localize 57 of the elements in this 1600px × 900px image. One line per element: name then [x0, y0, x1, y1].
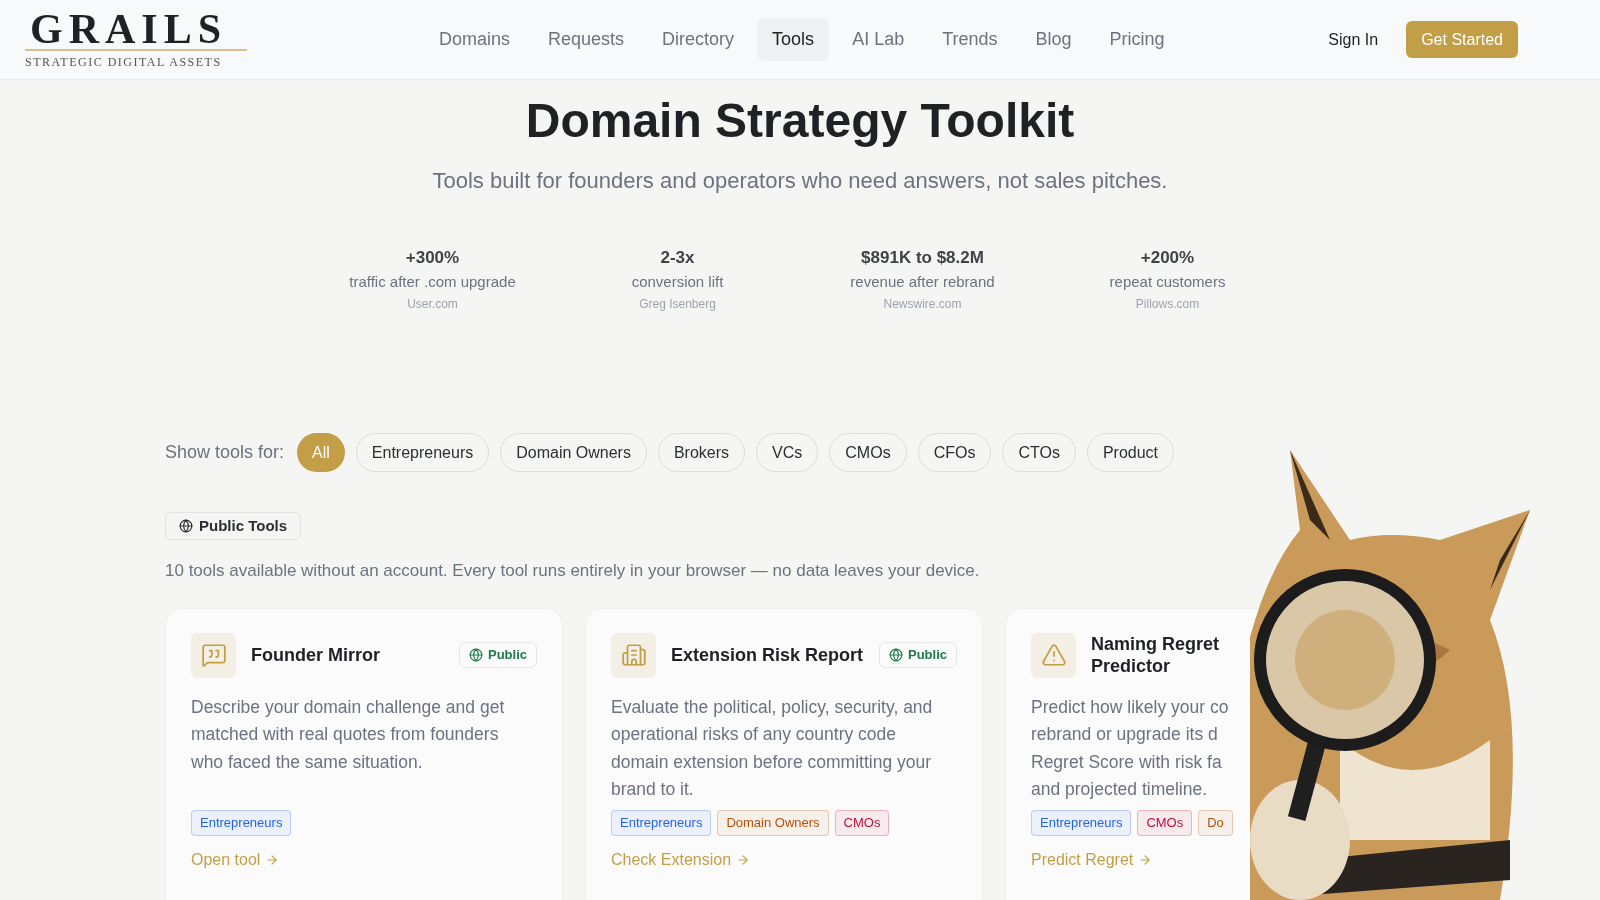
nav-link[interactable]: Pricing [1094, 18, 1180, 61]
nav-link[interactable]: Blog [1020, 18, 1087, 61]
stat-label: repeat customers [1109, 271, 1226, 292]
arrow-right-icon [736, 852, 751, 867]
nav-link[interactable]: Requests [533, 18, 640, 61]
tool-description: Evaluate the political, policy, security, and operational risks of any country code domain extension before committing your brand to it. [611, 695, 934, 801]
nav-link[interactable]: Domains [424, 18, 526, 61]
section-note: 10 tools available without an account. Every tool runs entirely in your browser — no data leaves your device. [165, 560, 981, 582]
audience-tag: CMOs [1137, 809, 1193, 836]
logo-wordmark: GRAILS [29, 8, 228, 49]
badge-label: Public [908, 646, 947, 665]
logo[interactable]: GRAILS STRATEGIC DIGITAL ASSETS [25, 8, 247, 71]
tool-title: Naming Regret Predictor [1091, 633, 1221, 677]
stat-value: +300% [405, 247, 460, 269]
audience-tag: Domain Owners [717, 809, 829, 836]
building-icon [620, 642, 647, 668]
stat-source: User.com [407, 296, 458, 313]
logo-tagline: STRATEGIC DIGITAL ASSETS [25, 48, 247, 71]
badge-label: Public [488, 646, 527, 665]
nav-link[interactable]: AI Lab [837, 18, 920, 61]
audience-tag: Do [1198, 809, 1233, 836]
tool-link[interactable]: Predict Regret [1031, 847, 1153, 872]
warning-icon [1040, 642, 1067, 668]
filter-chip[interactable]: All [297, 433, 345, 472]
tool-link[interactable]: Open tool [191, 847, 280, 872]
globe-icon [469, 648, 483, 662]
audience-tag: Entrepreneurs [611, 809, 712, 836]
audience-tag: Entrepreneurs [191, 809, 292, 836]
stat-value: 2-3x [660, 247, 695, 269]
badge-label: Public Tools [199, 515, 288, 536]
tool-description: Describe your domain challenge and get matched with real quotes from founders who faced the same situation. [191, 695, 506, 774]
page-subtitle: Tools built for founders and operators who need answers, not sales pitches. [432, 167, 1168, 195]
tool-title: Founder Mirror [251, 644, 380, 666]
page-title: Domain Strategy Toolkit [525, 93, 1075, 149]
tool-link[interactable]: Check Extension [611, 847, 751, 872]
tool-description: Predict how likely your co rebrand or upgrade its d Regret Score with risk fa and projected timeline. [1031, 695, 1230, 801]
stat-value: $891K to $8.2M [861, 247, 984, 269]
stat-label: traffic after .com upgrade [349, 271, 516, 292]
globe-icon [179, 519, 193, 533]
nav-link[interactable]: Directory [647, 18, 750, 61]
speech-bubble-icon [200, 642, 227, 668]
arrow-right-icon [1138, 852, 1153, 867]
filter-label: Show tools for: [165, 441, 285, 464]
stat-source: Greg Isenberg [639, 296, 716, 313]
nav-link[interactable]: Trends [927, 18, 1013, 61]
stat-source: Pillows.com [1135, 296, 1200, 313]
stat-value: +200% [1140, 247, 1195, 269]
tool-title: Extension Risk Report [671, 644, 864, 666]
stat-label: revenue after rebrand [850, 271, 995, 292]
nav-link[interactable]: Tools [757, 18, 830, 61]
globe-icon [889, 648, 903, 662]
sign-in-link[interactable]: Sign In [1328, 27, 1379, 52]
stat-source: Newswire.com [883, 296, 962, 313]
get-started-button[interactable]: Get Started [1406, 21, 1518, 58]
audience-tag: CMOs [834, 809, 890, 836]
audience-tag: Entrepreneurs [1031, 809, 1132, 836]
stat-label: conversion lift [631, 271, 724, 292]
